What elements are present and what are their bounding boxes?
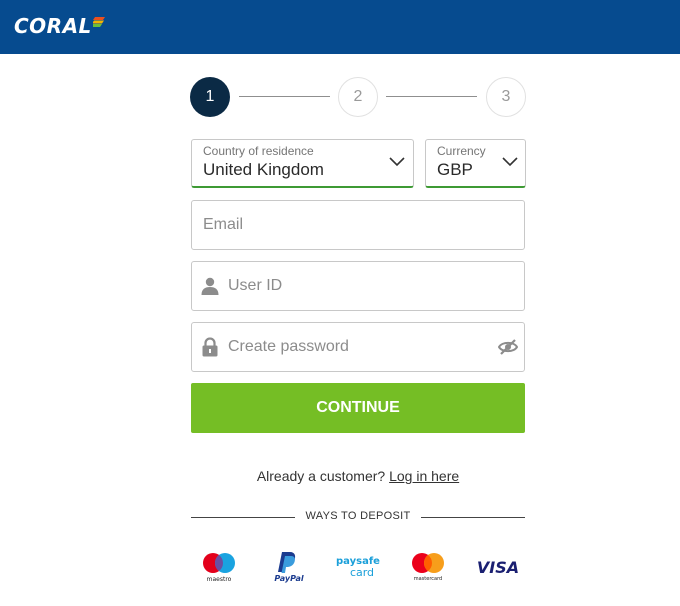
coral-logo[interactable]: CORAL — [14, 15, 105, 37]
user-id-field[interactable]: User ID — [191, 261, 525, 311]
step-2: 2 — [338, 77, 378, 117]
login-link[interactable]: Log in here — [389, 468, 459, 484]
card-label: card — [350, 566, 374, 579]
lock-icon — [202, 337, 218, 357]
step-connector — [386, 96, 477, 97]
logo-flag-icon — [92, 17, 105, 27]
maestro-label: maestro — [207, 576, 232, 583]
step-1: 1 — [190, 77, 230, 117]
chevron-down-icon — [502, 157, 518, 167]
site-header: CORAL — [0, 0, 680, 54]
mastercard-icon: mastercard — [412, 553, 444, 582]
payment-methods: maestro PayPal paysafe card mastercard V… — [195, 550, 525, 584]
step-connector — [239, 96, 330, 97]
divider-line-right — [421, 517, 525, 518]
paypal-icon: PayPal — [274, 552, 304, 583]
continue-button[interactable]: CONTINUE — [191, 383, 525, 433]
logo-text: CORAL — [14, 14, 92, 38]
email-placeholder: Email — [203, 216, 244, 233]
ways-to-deposit-divider: WAYS TO DEPOSIT — [191, 509, 525, 525]
step-3: 3 — [486, 77, 526, 117]
eye-slash-icon[interactable] — [498, 339, 518, 355]
country-label: Country of residence — [203, 144, 314, 158]
user-icon — [201, 277, 219, 295]
login-prompt-row: Already a customer? Log in here — [191, 468, 525, 484]
currency-label: Currency — [437, 144, 486, 158]
currency-select[interactable]: Currency GBP — [425, 139, 526, 188]
mastercard-label: mastercard — [414, 576, 442, 582]
maestro-icon: maestro — [203, 553, 235, 583]
ways-to-deposit-title: WAYS TO DEPOSIT — [305, 510, 411, 522]
paypal-label: PayPal — [274, 574, 303, 583]
email-field[interactable]: Email — [191, 200, 525, 250]
password-field[interactable]: Create password — [191, 322, 525, 372]
user-id-placeholder: User ID — [228, 277, 283, 294]
password-placeholder: Create password — [228, 338, 349, 355]
country-select[interactable]: Country of residence United Kingdom — [191, 139, 414, 188]
chevron-down-icon — [389, 157, 405, 167]
login-prompt-text: Already a customer? — [256, 468, 386, 484]
visa-label: VISA — [477, 558, 519, 577]
currency-value: GBP — [437, 160, 473, 179]
paysafecard-icon: paysafe card — [336, 556, 380, 579]
country-value: United Kingdom — [203, 160, 324, 179]
visa-icon: VISA — [477, 558, 519, 577]
registration-stepper: 1 2 3 — [190, 77, 526, 117]
